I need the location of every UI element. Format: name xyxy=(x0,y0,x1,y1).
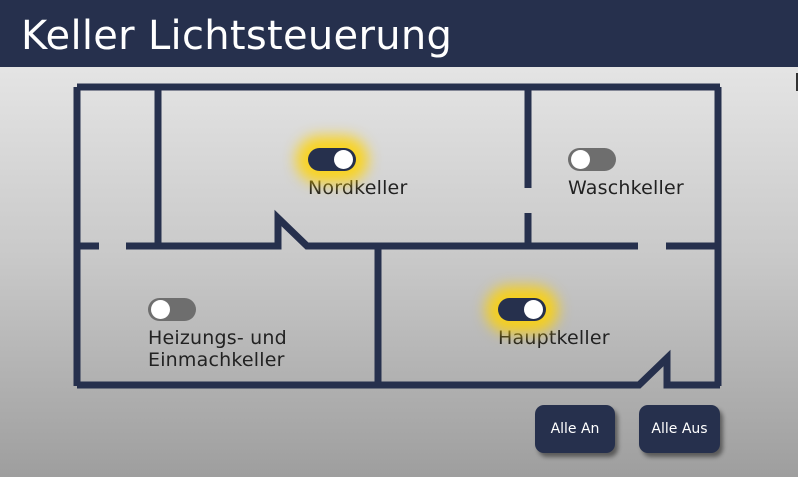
toggle-knob xyxy=(334,150,353,169)
room-waschkeller: Waschkeller xyxy=(568,148,684,199)
room-label-nordkeller: Nordkeller xyxy=(308,177,408,199)
wall-mid-door xyxy=(126,209,638,250)
room-label-waschkeller: Waschkeller xyxy=(568,177,684,199)
toggle-knob xyxy=(571,150,590,169)
light-toggle-heizungskeller[interactable] xyxy=(148,298,196,321)
all-on-button[interactable]: Alle An xyxy=(535,405,615,453)
room-label-heizungskeller: Heizungs- und Einmachkeller xyxy=(148,327,287,371)
light-toggle-waschkeller[interactable] xyxy=(568,148,616,171)
light-toggle-nordkeller[interactable] xyxy=(308,148,356,171)
toggle-knob xyxy=(151,300,170,319)
toggle-knob xyxy=(524,300,543,319)
room-label-hauptkeller: Hauptkeller xyxy=(498,327,610,349)
room-heizungskeller: Heizungs- und Einmachkeller xyxy=(148,298,287,371)
all-off-button[interactable]: Alle Aus xyxy=(639,405,720,453)
light-toggle-hauptkeller[interactable] xyxy=(498,298,546,321)
room-nordkeller: Nordkeller xyxy=(308,148,407,199)
room-hauptkeller: Hauptkeller xyxy=(498,298,610,349)
